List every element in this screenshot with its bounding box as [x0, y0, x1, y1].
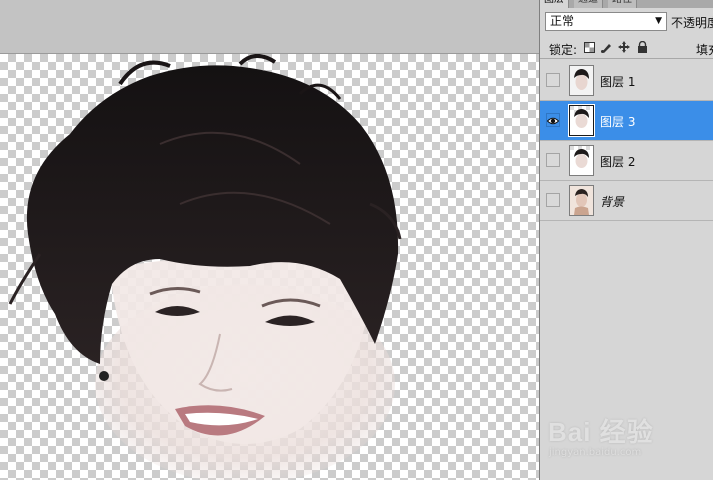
watermark-brand: Bai 经验: [548, 417, 654, 447]
baidu-jingyan-watermark: Bai 经验 jingyan.baidu.com: [545, 402, 713, 468]
fill-label: 填充: [696, 43, 713, 57]
visibility-toggle[interactable]: [546, 193, 560, 207]
lock-transparent-pixels-icon[interactable]: [583, 41, 595, 53]
tab-channels[interactable]: 通道: [574, 0, 603, 8]
layer-name: 背景: [600, 195, 625, 209]
visibility-toggle[interactable]: [546, 153, 560, 167]
blend-mode-select[interactable]: 正常 ▼: [545, 12, 667, 31]
layer-name: 图层 2: [600, 155, 636, 169]
blend-mode-value: 正常: [550, 14, 575, 28]
opacity-label: 不透明度: [671, 16, 713, 30]
layer-thumbnail: [568, 104, 595, 137]
eye-icon: [547, 117, 559, 125]
layer-row-1[interactable]: 图层 1: [540, 61, 713, 101]
tab-paths[interactable]: 路径: [608, 0, 637, 8]
lock-all-icon[interactable]: [636, 41, 648, 53]
lock-label: 锁定:: [549, 43, 578, 57]
layer-thumbnail: [569, 145, 594, 176]
panel-tabs: 图层 通道 路径: [540, 0, 713, 8]
layer-name: 图层 1: [600, 75, 636, 89]
layer-row-3[interactable]: 图层 3: [540, 101, 713, 141]
tab-layers[interactable]: 图层: [540, 0, 569, 8]
canvas-top-strip: [0, 0, 539, 54]
layer-thumbnail: [569, 185, 594, 216]
layer-row-background[interactable]: 背景: [540, 181, 713, 221]
layer-name: 图层 3: [600, 115, 636, 129]
visibility-toggle[interactable]: [546, 113, 560, 127]
dropdown-arrow-icon: ▼: [655, 16, 662, 26]
watermark-url: jingyan.baidu.com: [549, 447, 642, 458]
lock-position-icon[interactable]: [618, 41, 630, 53]
layer-thumbnail: [569, 65, 594, 96]
portrait-image: [8, 54, 402, 480]
earring: [99, 371, 109, 381]
lock-row: 锁定: 填充: [540, 38, 713, 59]
layer-row-2[interactable]: 图层 2: [540, 141, 713, 181]
document-canvas[interactable]: [0, 54, 539, 480]
lock-image-pixels-icon[interactable]: [600, 41, 612, 53]
blend-row: 正常 ▼ 不透明度: [540, 10, 713, 34]
visibility-toggle[interactable]: [546, 73, 560, 87]
layers-list: 图层 1 图层 3 图层 2 背景: [540, 61, 713, 221]
canvas-area: [0, 0, 539, 480]
